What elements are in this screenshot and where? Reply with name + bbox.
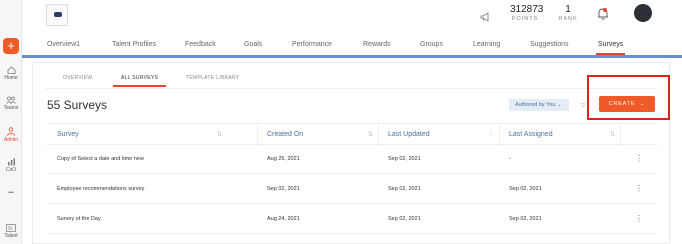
highlight-box <box>587 75 670 120</box>
filter-funnel-icon[interactable]: ▿ <box>581 100 586 111</box>
plus-icon[interactable]: + <box>3 38 19 54</box>
table-row[interactable]: Survey of the Day Aug 24, 2021 Sep 02, 2… <box>47 205 657 234</box>
tab-goals[interactable]: Goals <box>244 41 262 48</box>
bell-icon[interactable] <box>597 7 609 25</box>
more-icon: ••• <box>8 190 14 196</box>
table-row[interactable]: Employee recommendations survey Sep 02, … <box>47 175 657 204</box>
tab-performance[interactable]: Performance <box>292 41 332 48</box>
rail-item-label: Talent <box>4 233 18 239</box>
rail-item-label: Teams <box>3 105 19 111</box>
rail-item-talent[interactable]: Talent <box>0 224 22 239</box>
left-rail: + Home Teams Admin CxO ••• Talent <box>0 0 22 244</box>
subtab-all-surveys[interactable]: ALL SURVEYS <box>112 75 167 87</box>
last-assigned: - <box>509 156 511 162</box>
points-value: 312873 <box>510 4 544 15</box>
sort-desc-icon[interactable]: ↓ <box>489 131 492 137</box>
company-logo[interactable] <box>46 4 68 26</box>
admin-icon <box>6 127 16 136</box>
column-divider <box>257 124 258 146</box>
page-title: 55 Surveys <box>47 98 108 112</box>
chevron-down-icon: ⌄ <box>557 102 562 108</box>
created-on: Aug 24, 2021 <box>267 216 300 222</box>
last-updated: Sep 02, 2021 <box>388 156 421 162</box>
rail-item-admin[interactable]: Admin <box>0 127 22 143</box>
tab-feedback[interactable]: Feedback <box>185 41 216 48</box>
subtab-template-library[interactable]: TEMPLATE LIBRARY <box>186 75 240 81</box>
survey-name[interactable]: Survey of the Day <box>57 216 101 222</box>
filter-label: Authored by You <box>515 102 556 108</box>
sort-icon[interactable]: ⇅ <box>610 131 615 138</box>
subtab-divider <box>45 88 657 89</box>
last-updated: Sep 02, 2021 <box>388 216 421 222</box>
tab-learning[interactable]: Learning <box>473 41 500 48</box>
column-survey[interactable]: Survey <box>57 131 79 138</box>
tab-groups[interactable]: Groups <box>420 41 443 48</box>
talent-icon <box>6 224 16 232</box>
home-icon <box>7 66 15 74</box>
rail-item-label: CxO <box>6 167 16 173</box>
tab-suggestions[interactable]: Suggestions <box>530 41 569 48</box>
column-divider <box>620 124 621 146</box>
sort-icon[interactable]: ⇅ <box>368 131 373 138</box>
more-options-icon[interactable]: ⋮ <box>635 184 643 193</box>
surveys-panel: OVERVIEW ALL SURVEYS TEMPLATE LIBRARY 55… <box>32 62 670 244</box>
rank-stat: 1 RANK <box>557 4 579 22</box>
column-divider <box>378 124 379 146</box>
more-options-icon[interactable]: ⋮ <box>635 154 643 163</box>
rail-item-teams[interactable]: Teams <box>0 96 22 111</box>
sort-icon[interactable]: ⇅ <box>217 131 222 138</box>
survey-name[interactable]: Copy of Select a date and time new <box>57 156 144 162</box>
rank-label: RANK <box>558 16 578 22</box>
tab-rewards[interactable]: Rewards <box>363 41 391 48</box>
avatar[interactable] <box>634 4 652 22</box>
column-last-updated[interactable]: Last Updated <box>388 131 430 138</box>
column-created-on[interactable]: Created On <box>267 131 303 138</box>
table-header: Survey ⇅ Created On ⇅ Last Updated ↓ Las… <box>47 123 657 146</box>
authored-by-filter[interactable]: Authored by You ⌄ <box>509 99 569 111</box>
tab-overview1[interactable]: Overview1 <box>47 41 80 48</box>
last-updated: Sep 02, 2021 <box>388 186 421 192</box>
app-root: + Home Teams Admin CxO ••• Talent 312873… <box>0 0 682 244</box>
main-nav: Overview1 Talent Profiles Feedback Goals… <box>22 32 682 58</box>
megaphone-icon[interactable] <box>480 9 492 27</box>
more-options-icon[interactable]: ⋮ <box>635 214 643 223</box>
survey-name[interactable]: Employee recommendations survey <box>57 186 144 192</box>
last-assigned: Sep 02, 2021 <box>509 216 542 222</box>
cxo-icon <box>7 158 15 166</box>
points-label: POINTS <box>511 16 539 22</box>
rail-item-cxo[interactable]: CxO <box>0 158 22 173</box>
notification-dot <box>603 8 607 12</box>
top-bar: 312873 POINTS 1 RANK <box>22 0 682 32</box>
points-stat: 312873 POINTS <box>510 4 544 22</box>
subtab-overview[interactable]: OVERVIEW <box>63 75 92 81</box>
last-assigned: Sep 02, 2021 <box>509 186 542 192</box>
created-on: Aug 25, 2021 <box>267 156 300 162</box>
column-divider <box>499 124 500 146</box>
rail-item-home[interactable]: Home <box>0 66 22 81</box>
column-last-assigned[interactable]: Last Assigned <box>509 131 553 138</box>
teams-icon <box>6 96 16 104</box>
tab-surveys[interactable]: Surveys <box>595 41 626 55</box>
created-on: Sep 02, 2021 <box>267 186 300 192</box>
rail-item-label: Admin <box>3 137 19 143</box>
table-row[interactable]: Copy of Select a date and time new Aug 2… <box>47 145 657 174</box>
rank-value: 1 <box>565 4 571 15</box>
tab-talent-profiles[interactable]: Talent Profiles <box>112 41 156 48</box>
rail-item-more[interactable]: ••• <box>0 190 22 196</box>
rail-item-label: Home <box>4 75 18 81</box>
